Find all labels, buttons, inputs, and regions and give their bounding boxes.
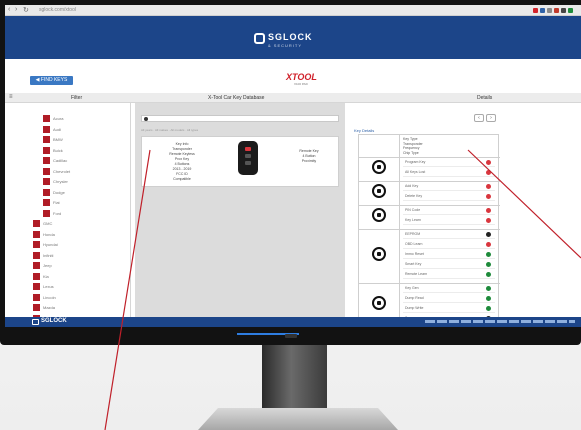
callout-line-left [104,149,151,430]
product-photo-stage: ‹ › ↻ sglock.com/xtool SGLOCK & SECURITY… [0,0,581,430]
callout-lines [104,149,581,430]
callout-line-right [467,149,581,259]
